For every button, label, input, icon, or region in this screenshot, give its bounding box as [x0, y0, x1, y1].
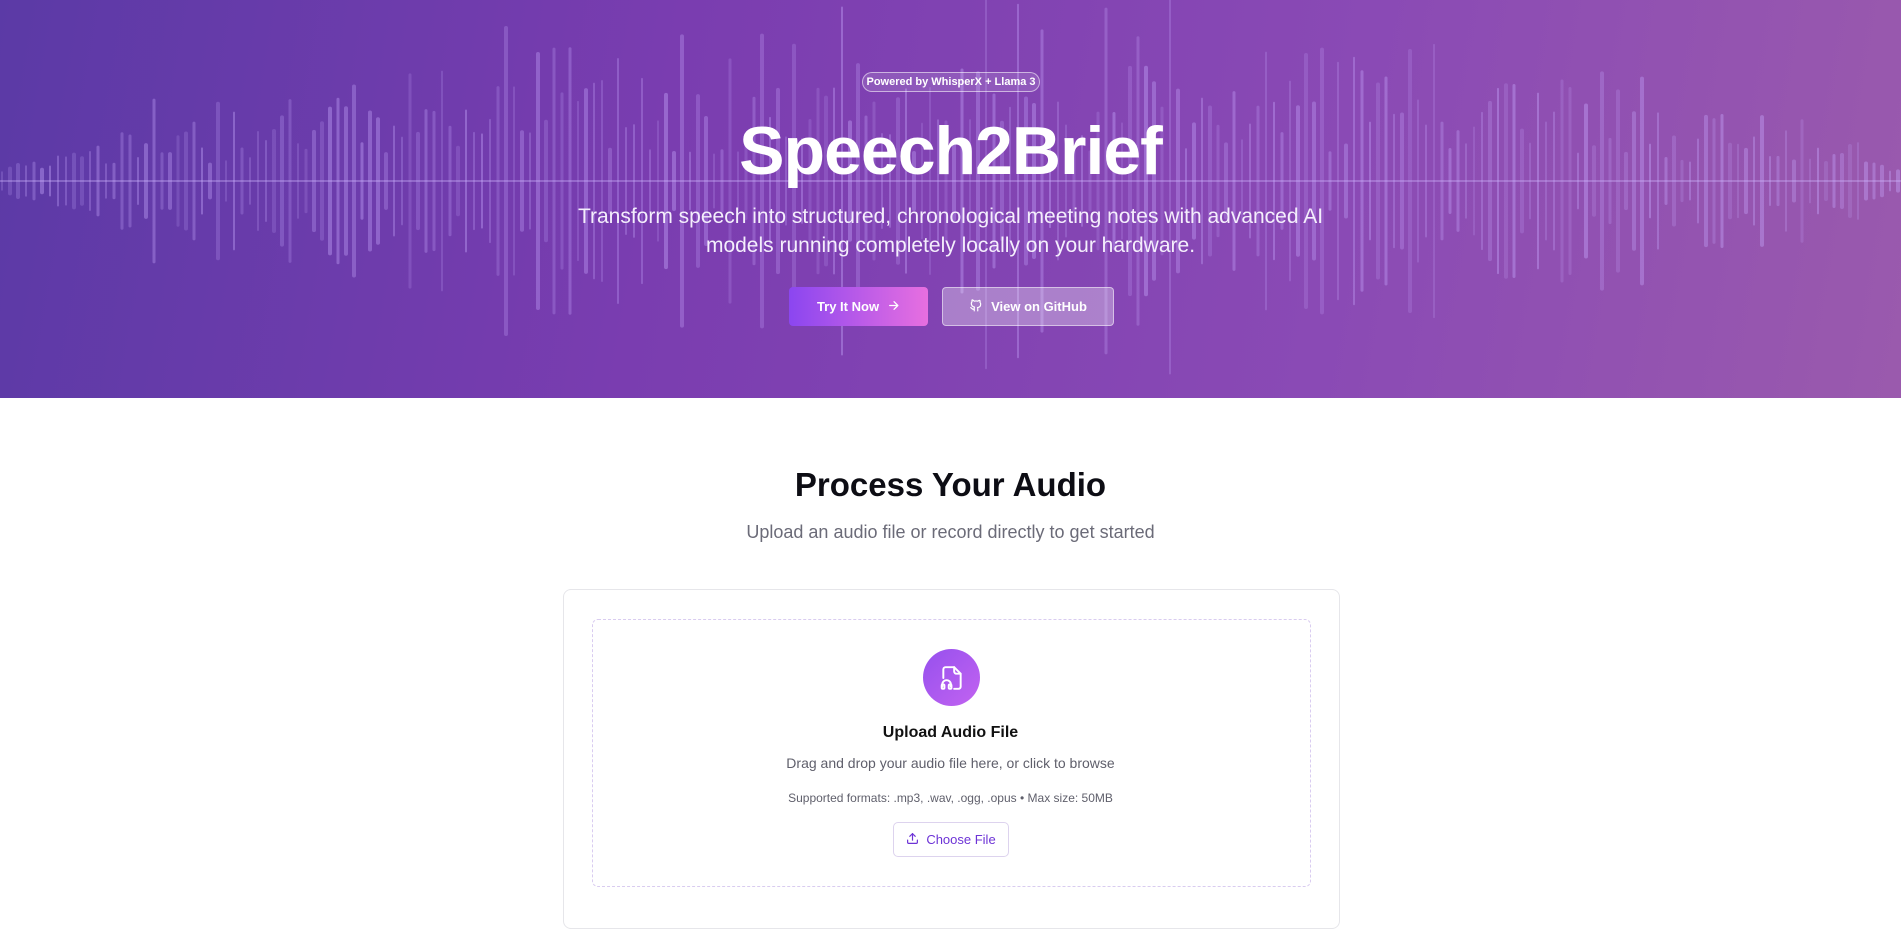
sound-wave-background — [0, 0, 1901, 375]
audio-file-icon — [923, 649, 980, 706]
upload-title: Upload Audio File — [882, 724, 1019, 741]
github-icon — [969, 298, 983, 315]
supported-formats-text: Supported formats: .mp3, .wav, .ogg, .op… — [788, 791, 1113, 805]
powered-by-badge: Powered by WhisperX + Llama 3 — [862, 72, 1040, 92]
view-on-github-label: View on GitHub — [991, 299, 1087, 314]
view-on-github-button[interactable]: View on GitHub — [942, 287, 1114, 326]
app-title: Speech2Brief — [739, 113, 1163, 189]
choose-file-label: Choose File — [926, 832, 996, 847]
choose-file-button[interactable]: Choose File — [893, 822, 1009, 857]
upload-icon — [906, 832, 919, 848]
try-it-now-button[interactable]: Try It Now — [789, 287, 928, 326]
hero-subtitle: Transform speech into structured, chrono… — [577, 205, 1324, 257]
upload-description: Drag and drop your audio file here, or c… — [786, 755, 1115, 771]
process-section-subtitle: Upload an audio file or record directly … — [746, 522, 1155, 542]
process-section-title: Process Your Audio — [794, 466, 1107, 503]
try-it-now-label: Try It Now — [816, 299, 880, 314]
arrow-right-icon — [887, 299, 900, 315]
hero-banner: Powered by WhisperX + Llama 3 Speech2Bri… — [0, 0, 1901, 398]
